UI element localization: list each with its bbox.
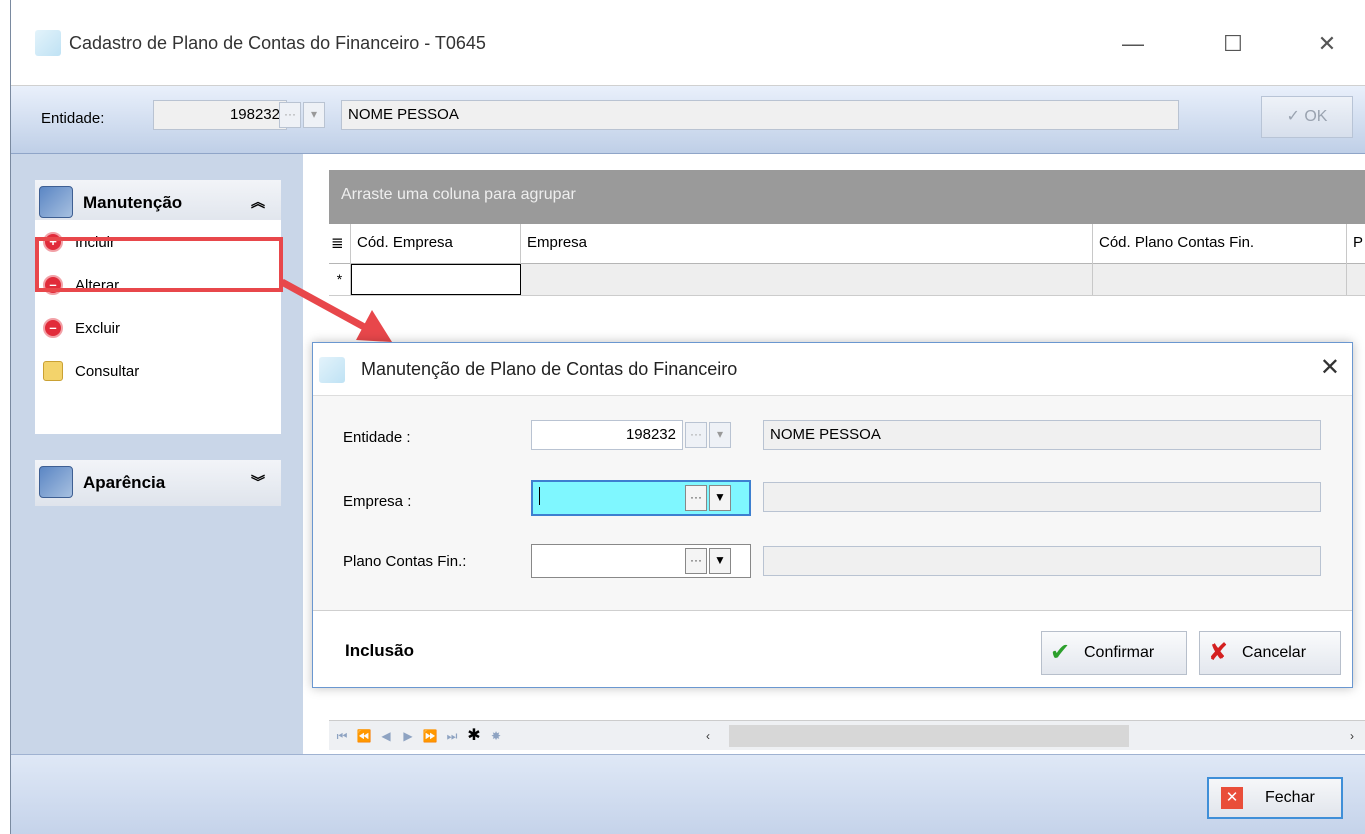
sidebar-item-excluir[interactable]: – Excluir [43,314,273,344]
plano-label: Plano Contas Fin.: [343,553,467,570]
dialog-app-icon [319,357,345,383]
plano-name-field [763,546,1321,576]
window-title: Cadastro de Plano de Contas do Financeir… [69,33,486,53]
entity-bar: Entidade: 198232 ··· ▾ NOME PESSOA ✓ OK [11,86,1365,154]
minimize-button[interactable]: — [1113,26,1153,62]
new-row[interactable]: * [329,264,1365,296]
text-caret [539,487,540,505]
column-cod-empresa[interactable]: Cód. Empresa [351,224,521,264]
manutencao-icon [39,186,73,218]
entity-code-field[interactable]: 198232 [153,100,287,130]
dialog-form: Entidade : 198232 ··· ▾ NOME PESSOA Empr… [313,395,1352,610]
sidebar-item-label: Excluir [75,320,121,337]
scroll-right-icon[interactable]: › [1343,726,1361,746]
empresa-ellipsis-button[interactable]: ··· [685,485,707,511]
check-icon: ✔ [1050,639,1071,666]
expand-icon: ︾ [251,474,265,490]
delete-record-icon[interactable]: ✸ [487,726,505,746]
incluir-highlight-box [35,237,283,292]
cancel-label: Cancelar [1242,644,1307,661]
insert-record-icon[interactable]: ✱ [465,726,483,746]
delete-icon: – [43,318,63,338]
check-icon: ✓ [1286,108,1300,125]
column-p[interactable]: P [1347,224,1365,264]
confirm-label: Confirmar [1084,644,1155,661]
empresa-name-field [763,482,1321,512]
entidade-ellipsis-button[interactable]: ··· [685,422,707,448]
next-record-icon[interactable]: ▶ [399,726,417,746]
confirm-button[interactable]: ✔ Confirmar [1041,631,1187,675]
horizontal-scrollbar-thumb[interactable] [729,725,1129,747]
entidade-dropdown-button[interactable]: ▾ [709,422,731,448]
mode-label: Inclusão [345,641,414,660]
entidade-label: Entidade : [343,429,411,446]
maximize-button[interactable]: ☐ [1213,26,1253,62]
aparencia-title: Aparência [83,473,166,492]
entidade-name-field: NOME PESSOA [763,420,1321,450]
app-icon [35,30,61,56]
close-icon: ✕ [1221,787,1243,809]
fechar-label: Fechar [1265,789,1315,806]
cancel-button[interactable]: ✘ Cancelar [1199,631,1341,675]
entity-ellipsis-button[interactable]: ··· [279,102,301,128]
entidade-code-field[interactable]: 198232 [531,420,683,450]
prev-page-icon[interactable]: ⏪ [355,726,373,746]
first-page-icon[interactable]: ⏮ [333,726,351,746]
sidebar-item-consultar[interactable]: Consultar [43,357,273,387]
table-cell[interactable] [1347,264,1365,295]
dialog-close-icon[interactable]: ✕ [1320,353,1340,382]
grid-header: ≣ Cód. Empresa Empresa Cód. Plano Contas… [329,224,1365,264]
grid-navigator: ⏮ ⏪ ◀ ▶ ⏩ ⏭ ✱ ✸ ‹ › [329,720,1365,750]
manutencao-title: Manutenção [83,193,183,212]
prev-record-icon[interactable]: ◀ [377,726,395,746]
ok-label: OK [1304,108,1328,125]
fechar-button[interactable]: ✕ Fechar [1207,777,1343,819]
entity-label: Entidade: [41,110,105,127]
dialog-title-bar: Manutenção de Plano de Contas do Finance… [313,343,1352,395]
last-page-icon[interactable]: ⏭ [443,726,461,746]
table-cell[interactable] [351,264,521,295]
empresa-label: Empresa : [343,493,412,510]
column-chooser-icon[interactable]: ≣ [329,224,351,264]
new-row-marker: * [329,264,351,295]
ok-button[interactable]: ✓ OK [1261,96,1353,138]
table-cell[interactable] [1093,264,1347,295]
title-bar: Cadastro de Plano de Contas do Financeir… [11,0,1365,86]
aparencia-group-header[interactable]: Aparência ︾ [35,460,281,506]
plano-ellipsis-button[interactable]: ··· [685,548,707,574]
dialog-title: Manutenção de Plano de Contas do Finance… [361,359,738,379]
column-empresa[interactable]: Empresa [521,224,1093,264]
search-icon [43,361,63,381]
next-page-icon[interactable]: ⏩ [421,726,439,746]
sidebar-item-label: Consultar [75,363,140,380]
maintenance-dialog: Manutenção de Plano de Contas do Finance… [312,342,1353,688]
close-button[interactable]: ✕ [1307,26,1347,62]
column-cod-plano[interactable]: Cód. Plano Contas Fin. [1093,224,1347,264]
cancel-icon: ✘ [1208,639,1229,666]
collapse-icon: ︽ [251,194,265,210]
group-by-band[interactable]: Arraste uma coluna para agrupar [329,170,1365,224]
plano-dropdown-button[interactable]: ▼ [709,548,731,574]
aparencia-icon [39,466,73,498]
entity-dropdown-button[interactable]: ▾ [303,102,325,128]
bottom-bar: ✕ Fechar [11,754,1365,834]
dialog-footer: Inclusão ✔ Confirmar ✘ Cancelar [313,610,1352,687]
entity-name-field: NOME PESSOA [341,100,1179,130]
table-cell[interactable] [521,264,1093,295]
scroll-left-icon[interactable]: ‹ [699,726,717,746]
empresa-dropdown-button[interactable]: ▼ [709,485,731,511]
